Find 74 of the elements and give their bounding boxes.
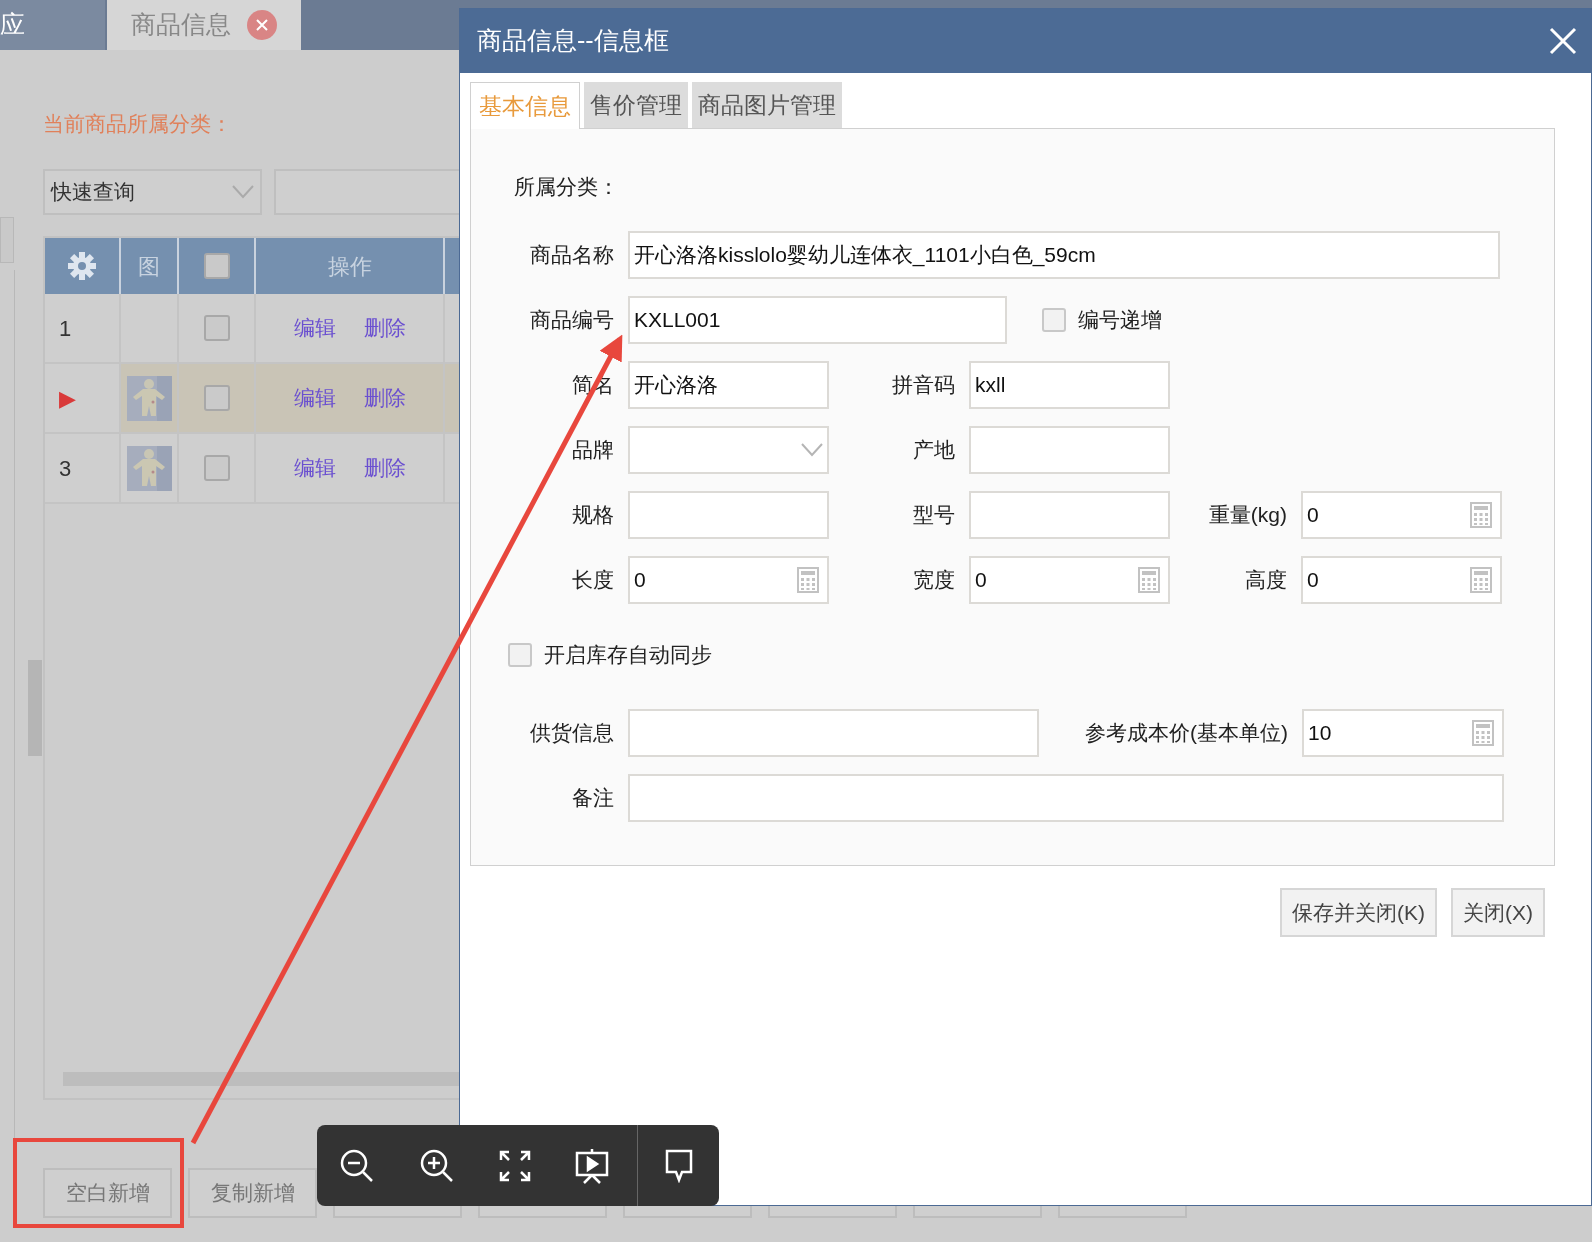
collapse-handle[interactable] (28, 660, 42, 756)
action-link[interactable]: 编辑 (293, 382, 336, 414)
input-field[interactable]: 0 (628, 556, 829, 604)
checkbox[interactable] (203, 455, 230, 481)
toolbar-button[interactable]: 复制新增 (188, 1168, 317, 1218)
calculator-icon[interactable] (1472, 720, 1494, 746)
field-label: 产地 (913, 437, 955, 464)
checkbox[interactable] (203, 253, 230, 279)
field-label: 拼音码 (892, 372, 955, 399)
dialog-tab[interactable]: 商品图片管理 (692, 82, 842, 128)
checkbox[interactable] (508, 643, 532, 667)
action-link[interactable]: 编辑 (293, 452, 336, 484)
zoom-in-icon[interactable] (419, 1147, 455, 1184)
dropdown-value: 快速查询 (51, 179, 135, 206)
input-field[interactable] (969, 426, 1170, 474)
input-field[interactable] (628, 774, 1504, 822)
action-link[interactable]: 删除 (363, 312, 406, 344)
input-field[interactable]: 0 (969, 556, 1170, 604)
calculator-icon[interactable] (1470, 502, 1492, 528)
field-label: 参考成本价(基本单位) (1085, 720, 1288, 747)
field-label: 长度 (572, 567, 614, 594)
row-number: 1 (59, 314, 72, 343)
category-label: 所属分类： (514, 174, 620, 200)
action-link[interactable]: 删除 (363, 452, 406, 484)
input-field[interactable]: kxll (969, 361, 1170, 409)
input-field[interactable] (969, 491, 1170, 539)
input-field[interactable]: 开心洛洛 (628, 361, 829, 409)
action-link[interactable]: 删除 (363, 382, 406, 414)
field-label: 供货信息 (530, 720, 614, 747)
settings-icon[interactable] (67, 251, 97, 281)
field-label: 高度 (1245, 567, 1287, 594)
input-field[interactable] (628, 491, 829, 539)
input-field[interactable]: 开心洛洛kisslolo婴幼儿连体衣_1101小白色_59cm (628, 231, 1500, 279)
action-link[interactable]: 编辑 (293, 312, 336, 344)
toolbar-button[interactable]: 空白新增 (43, 1168, 172, 1218)
fullscreen-icon[interactable] (499, 1149, 531, 1182)
field-label: 型号 (913, 502, 955, 529)
close-icon[interactable] (1549, 27, 1577, 55)
field-label: 规格 (572, 502, 614, 529)
checkbox[interactable] (203, 315, 230, 341)
app-tab[interactable]: 应 (0, 0, 105, 50)
calculator-icon[interactable] (1470, 567, 1492, 593)
caret-icon (801, 443, 823, 457)
field-label: 品牌 (572, 437, 614, 464)
calculator-icon[interactable] (797, 567, 819, 593)
dialog-button[interactable]: 关闭(X) (1451, 888, 1545, 937)
input-field[interactable] (628, 709, 1039, 757)
zoom-out-icon[interactable] (339, 1147, 375, 1184)
dropdown-field[interactable] (628, 426, 829, 474)
comment-icon[interactable] (663, 1148, 694, 1183)
input-field[interactable]: 0 (1301, 556, 1502, 604)
category-label: 当前商品所属分类： (43, 111, 233, 137)
row-number: 3 (59, 454, 72, 483)
input-field[interactable]: KXLL001 (628, 296, 1007, 344)
dialog-tab[interactable]: 售价管理 (584, 82, 688, 128)
input-field[interactable]: 10 (1302, 709, 1504, 757)
caret-icon (232, 185, 254, 199)
presentation-icon[interactable] (575, 1147, 609, 1184)
row-marker: ▶ (59, 384, 76, 413)
field-label: 备注 (572, 785, 614, 812)
field-label: 商品名称 (530, 242, 614, 269)
checkbox-label: 编号递增 (1078, 307, 1162, 334)
quick-search-dropdown[interactable]: 快速查询 (43, 169, 262, 215)
dialog-button[interactable]: 保存并关闭(K) (1280, 888, 1437, 937)
field-label: 宽度 (913, 567, 955, 594)
checkbox-label: 开启库存自动同步 (544, 642, 712, 669)
field-label: 商品编号 (530, 307, 614, 334)
field-label: 重量(kg) (1208, 502, 1287, 529)
checkbox[interactable] (203, 385, 230, 411)
dialog-title: 商品信息--信息框 (477, 25, 669, 57)
calculator-icon[interactable] (1138, 567, 1160, 593)
checkbox[interactable] (1042, 308, 1066, 332)
input-field[interactable]: 0 (1301, 491, 1502, 539)
close-icon[interactable] (247, 10, 277, 40)
